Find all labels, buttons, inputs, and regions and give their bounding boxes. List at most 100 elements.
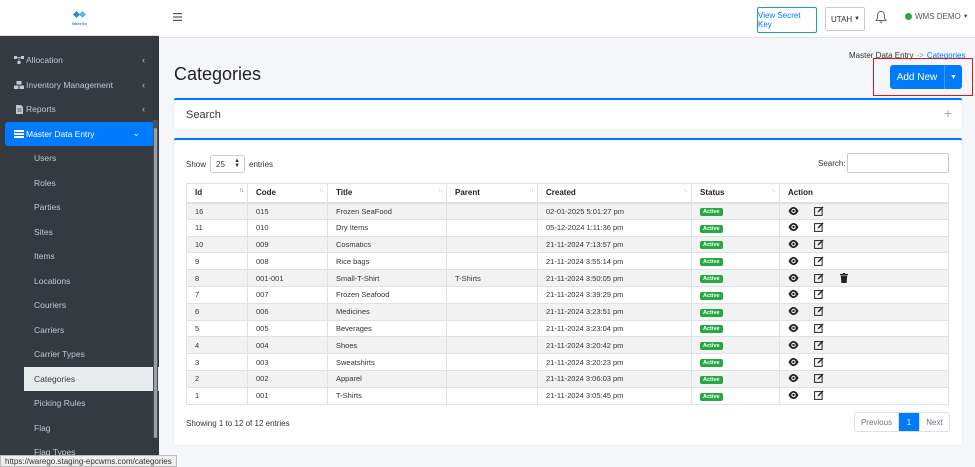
column-header-created[interactable]: Created ↑↓ [537, 183, 692, 204]
cell-created: 21-11-2024 3:20:23 pm [537, 353, 692, 371]
edit-icon[interactable] [813, 273, 824, 283]
chevron-down-icon: ⌄ [132, 128, 140, 139]
edit-icon[interactable] [813, 206, 824, 216]
user-menu[interactable]: WMS DEMO ▼ [905, 12, 969, 21]
cell-id: 6 [186, 302, 248, 321]
edit-icon[interactable] [813, 306, 824, 317]
region-select[interactable]: UTAH ▼ [825, 7, 865, 31]
sort-updown-icon: ▲ ▼ [234, 158, 241, 169]
hamburger-menu-icon[interactable] [173, 12, 182, 24]
sidebar-subitem-sites[interactable]: Sites [0, 220, 159, 245]
table-row: 3 003 Sweatshirts 21-11-2024 3:20:23 pm Acti… [186, 353, 949, 371]
chevron-left-icon: ‹ [142, 104, 145, 115]
eye-icon[interactable] [788, 289, 799, 299]
sidebar-item-label: Reports [26, 104, 56, 115]
sidebar-subitem-flag[interactable]: Flag [0, 416, 159, 441]
cell-id: 9 [186, 252, 248, 271]
cell-id: 16 [186, 202, 248, 220]
status-badge: Active [700, 342, 723, 351]
sidebar: WareGo Allocation ‹ Inventory Management… [0, 0, 159, 467]
eye-icon[interactable] [788, 206, 799, 216]
edit-icon[interactable] [813, 239, 824, 249]
add-new-label: Add New [896, 71, 938, 83]
eye-icon[interactable] [788, 306, 799, 316]
edit-icon[interactable] [813, 256, 824, 266]
sidebar-subitem-categories[interactable]: Categories [24, 366, 159, 391]
eye-icon[interactable] [788, 340, 799, 350]
cell-title: Shoes [327, 336, 447, 355]
cell-title: Rice bags [327, 252, 447, 271]
column-header-id[interactable]: Id ↑↓ [186, 183, 248, 204]
cell-parent [446, 285, 538, 304]
column-header-parent[interactable]: Parent ↑↓ [446, 183, 538, 204]
sidebar-subitem-users[interactable]: Users [0, 146, 159, 171]
cell-action [779, 336, 949, 355]
sort-icon: ↑↓ [771, 188, 776, 194]
cell-title: Small-T-Shirt [327, 269, 447, 287]
eye-icon[interactable] [788, 323, 799, 333]
cell-title: Dry Items [327, 218, 447, 237]
sidebar-subitem-roles[interactable]: Roles [0, 171, 159, 196]
logo[interactable]: WareGo [0, 0, 159, 36]
sidebar-item-master-data-entry[interactable]: Master Data Entry ⌄ [5, 121, 154, 146]
previous-page-button[interactable]: Previous [855, 413, 899, 431]
chevron-left-icon: ‹ [142, 55, 145, 66]
sort-icon: ↑↓ [683, 188, 688, 194]
trash-icon[interactable] [838, 272, 849, 283]
cell-code: 007 [247, 285, 328, 304]
bell-icon[interactable] [875, 10, 887, 24]
eye-icon[interactable] [788, 390, 799, 400]
eye-icon[interactable] [788, 222, 799, 232]
status-badge: Active [700, 325, 723, 334]
table-search-input[interactable] [847, 153, 949, 173]
eye-icon[interactable] [788, 256, 799, 266]
sidebar-subitem-items[interactable]: Items [0, 244, 159, 269]
table-row: 16 015 Frozen SeaFood 02-01-2025 5:01:27 pm… [186, 202, 949, 220]
plus-icon[interactable]: + [944, 105, 952, 121]
column-header-status[interactable]: Status ↑↓ [691, 183, 780, 204]
edit-icon[interactable] [813, 323, 824, 333]
page-length-select[interactable]: 25 ▲ ▼ [210, 155, 246, 173]
sidebar-item-reports[interactable]: Reports ‹ [0, 97, 159, 122]
eye-icon[interactable] [788, 357, 799, 367]
cell-id: 3 [186, 353, 248, 371]
sidebar-item-allocation[interactable]: Allocation ‹ [0, 48, 159, 73]
status-badge: Active [700, 308, 723, 317]
column-header-code[interactable]: Code ↑↓ [247, 183, 328, 204]
view-secret-key-button[interactable]: View Secret Key [757, 7, 817, 33]
edit-icon[interactable] [813, 357, 824, 367]
sidebar-subitem-couriers[interactable]: Couriers [0, 293, 159, 318]
cell-status: Active [691, 285, 780, 304]
eye-icon[interactable] [788, 239, 799, 249]
sidebar-subitem-locations[interactable]: Locations [0, 269, 159, 294]
pagination: Previous 1 Next [854, 412, 950, 432]
page-1-button[interactable]: 1 [899, 413, 919, 431]
next-page-button[interactable]: Next [919, 413, 949, 431]
cell-code: 008 [247, 252, 328, 271]
add-new-button[interactable]: Add New ▼ [890, 65, 962, 89]
column-header-title[interactable]: Title ↑↓ [327, 183, 447, 204]
online-status-icon [905, 13, 912, 20]
search-panel[interactable]: Search + [174, 98, 962, 130]
cell-created: 05-12-2024 1:11:36 pm [537, 218, 692, 237]
sidebar-scrollbar-thumb[interactable] [154, 128, 157, 438]
cell-id: 11 [186, 218, 248, 237]
sidebar-subitem-carrier-types[interactable]: Carrier Types [0, 342, 159, 367]
edit-icon[interactable] [813, 340, 824, 350]
sidebar-subitem-parties[interactable]: Parties [0, 195, 159, 220]
cell-status: Active [691, 218, 780, 237]
show-label: Show [186, 159, 207, 169]
edit-icon[interactable] [813, 373, 824, 384]
edit-icon[interactable] [813, 222, 824, 233]
caret-down-icon[interactable]: ▼ [944, 65, 962, 89]
eye-icon[interactable] [788, 273, 799, 283]
sidebar-subitem-carriers[interactable]: Carriers [0, 318, 159, 343]
sidebar-item-inventory-management[interactable]: Inventory Management ‹ [0, 73, 159, 98]
sidebar-subitem-picking-rules[interactable]: Picking Rules [0, 391, 159, 416]
cell-title: Frozen Seafood [327, 285, 447, 304]
edit-icon[interactable] [813, 390, 824, 401]
table-row: 11 010 Dry Items 05-12-2024 1:11:36 pm Activ… [186, 218, 949, 237]
cell-title: Sweatshirts [327, 353, 447, 371]
edit-icon[interactable] [813, 289, 824, 300]
eye-icon[interactable] [788, 373, 799, 383]
